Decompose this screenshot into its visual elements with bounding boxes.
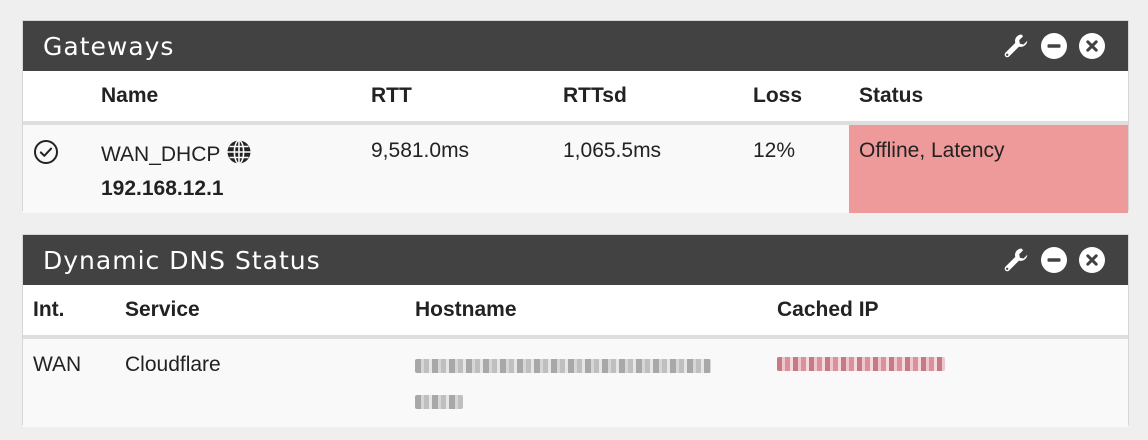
dyndns-controls <box>1002 246 1106 274</box>
gateway-default-cell <box>23 123 91 213</box>
gateways-title: Gateways <box>43 31 175 61</box>
gateway-status: Offline, Latency <box>849 123 1128 213</box>
gateways-col-loss[interactable]: Loss <box>743 71 849 125</box>
dyndns-widget: Dynamic DNS Status Int. Service Hostname… <box>22 234 1129 427</box>
table-row: WAN Cloudflare <box>23 337 1128 427</box>
gateways-table: Name RTT RTTsd Loss Status WAN_DHCP 192.… <box>23 71 1128 213</box>
dyndns-heading: Dynamic DNS Status <box>23 235 1128 285</box>
gateways-controls <box>1002 32 1106 60</box>
minus-circle-icon[interactable] <box>1040 32 1068 60</box>
gateways-col-rttsd[interactable]: RTTsd <box>553 71 743 125</box>
gateways-col-icon <box>23 71 91 125</box>
wrench-icon[interactable] <box>1002 246 1030 274</box>
gateway-ip: 192.168.12.1 <box>101 177 224 200</box>
globe-icon <box>226 139 252 171</box>
dyndns-col-interface[interactable]: Int. <box>23 285 115 339</box>
check-circle-icon <box>33 140 59 170</box>
gateways-col-status[interactable]: Status <box>849 71 1128 125</box>
gateways-col-name[interactable]: Name <box>91 71 361 125</box>
dyndns-title: Dynamic DNS Status <box>43 245 321 275</box>
gateways-header-row: Name RTT RTTsd Loss Status <box>23 71 1128 125</box>
close-circle-icon[interactable] <box>1078 32 1106 60</box>
dyndns-interface: WAN <box>23 337 115 427</box>
gateway-name: WAN_DHCP <box>101 143 221 166</box>
gateways-widget: Gateways Name RTT RTTsd Loss Status WAN_… <box>22 20 1129 213</box>
gateway-rttsd: 1,065.5ms <box>553 123 743 213</box>
gateways-col-rtt[interactable]: RTT <box>361 71 553 125</box>
dyndns-service: Cloudflare <box>115 337 405 427</box>
table-row: WAN_DHCP 192.168.12.1 9,581.0ms 1,065.5m… <box>23 123 1128 213</box>
dyndns-table: Int. Service Hostname Cached IP WAN Clou… <box>23 285 1128 427</box>
dyndns-col-hostname[interactable]: Hostname <box>405 285 767 339</box>
gateway-rtt: 9,581.0ms <box>361 123 553 213</box>
gateway-loss: 12% <box>743 123 849 213</box>
dyndns-col-cached-ip[interactable]: Cached IP <box>767 285 1128 339</box>
cached-ip-redacted <box>777 357 945 371</box>
dyndns-cached-ip <box>767 337 1128 427</box>
dyndns-hostname <box>405 337 767 427</box>
hostname-redacted <box>415 359 711 373</box>
gateways-heading: Gateways <box>23 21 1128 71</box>
hostname-redacted-line2 <box>415 395 463 409</box>
wrench-icon[interactable] <box>1002 32 1030 60</box>
close-circle-icon[interactable] <box>1078 246 1106 274</box>
minus-circle-icon[interactable] <box>1040 246 1068 274</box>
gateway-name-cell: WAN_DHCP 192.168.12.1 <box>91 123 361 213</box>
dyndns-header-row: Int. Service Hostname Cached IP <box>23 285 1128 339</box>
dyndns-col-service[interactable]: Service <box>115 285 405 339</box>
